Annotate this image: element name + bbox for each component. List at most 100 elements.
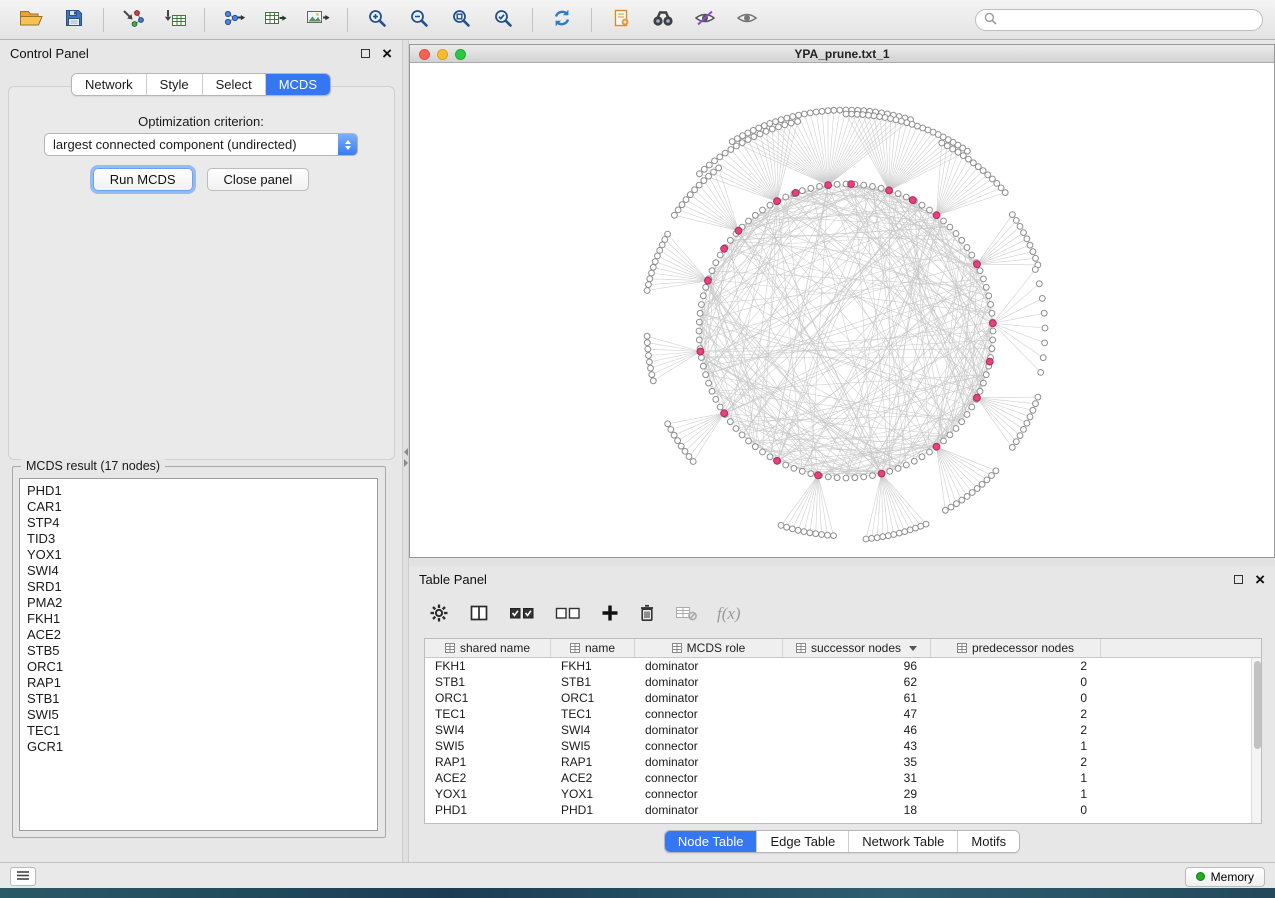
gear-icon [429,603,449,626]
export-image-button[interactable] [298,5,338,35]
network-search-box[interactable] [975,9,1263,31]
column-header-successor-nodes[interactable]: successor nodes [783,639,931,657]
table-row[interactable]: ACE2ACE2connector311 [425,770,1251,786]
tab-edge-table[interactable]: Edge Table [757,831,849,852]
close-panel-button[interactable]: Close panel [207,168,310,191]
tab-select[interactable]: Select [203,74,266,95]
window-close-button[interactable] [419,49,430,60]
save-session-button[interactable] [54,5,94,35]
zoom-selected-button[interactable] [483,5,523,35]
function-builder-button[interactable]: f(x) [717,604,741,624]
mcds-result-item[interactable]: SRD1 [20,579,377,595]
column-type-icon [957,643,967,653]
column-header-predecessor-nodes[interactable]: predecessor nodes [931,639,1101,657]
table-settings-button[interactable] [429,603,449,626]
mcds-result-item[interactable]: PMA2 [20,595,377,611]
trash-icon [639,603,655,626]
cell-name: SWI5 [551,739,635,753]
optimization-criterion-dropdown[interactable]: largest connected component (undirected) [44,133,358,156]
deselect-all-rows-button[interactable] [555,605,581,624]
show-selection-button[interactable] [727,5,767,35]
scrollbar-thumb[interactable] [1254,661,1261,749]
mcds-result-item[interactable]: FKH1 [20,611,377,627]
mcds-result-item[interactable]: STP4 [20,515,377,531]
collapse-left-icon[interactable] [404,448,408,456]
mcds-result-item[interactable]: TEC1 [20,723,377,739]
mcds-result-item[interactable]: TID3 [20,531,377,547]
table-row[interactable]: ORC1ORC1dominator610 [425,690,1251,706]
close-panel-icon[interactable]: × [382,45,392,62]
table-row[interactable]: FKH1FKH1dominator962 [425,658,1251,674]
cell-shared-name: STB1 [425,675,551,689]
add-column-button[interactable] [601,604,619,625]
delete-column-button[interactable] [639,603,655,626]
mcds-result-item[interactable]: SWI5 [20,707,377,723]
zoom-in-button[interactable] [357,5,397,35]
search-input[interactable] [1003,13,1254,27]
table-scrollbar[interactable] [1251,658,1261,823]
cell-name: SWI4 [551,723,635,737]
find-button[interactable] [643,5,683,35]
column-header-shared-name[interactable]: shared name [425,639,551,657]
tab-mcds[interactable]: MCDS [266,74,330,95]
tab-motifs[interactable]: Motifs [958,831,1019,852]
column-type-icon [796,643,806,653]
export-table-button[interactable] [256,5,296,35]
table-row[interactable]: STB1STB1dominator620 [425,674,1251,690]
table-row[interactable]: RAP1RAP1dominator352 [425,754,1251,770]
mcds-result-list[interactable]: PHD1 CAR1 STP4 TID3 YOX1 SWI4 SRD1 PMA2 … [19,478,378,831]
mcds-result-item[interactable]: YOX1 [20,547,377,563]
task-history-button[interactable] [10,867,36,886]
mcds-result-item[interactable]: ORC1 [20,659,377,675]
mcds-result-item[interactable]: ACE2 [20,627,377,643]
export-network-button[interactable] [214,5,254,35]
collapse-right-icon[interactable] [404,459,408,467]
tab-network-table[interactable]: Network Table [849,831,958,852]
mcds-result-item[interactable]: CAR1 [20,499,377,515]
zoom-out-button[interactable] [399,5,439,35]
mcds-result-item[interactable]: PHD1 [20,483,377,499]
show-columns-button[interactable] [469,604,489,625]
table-row[interactable]: TEC1TEC1connector472 [425,706,1251,722]
eye-slash-icon [694,10,716,29]
column-header-name[interactable]: name [551,639,635,657]
checked-boxes-icon [509,605,535,624]
refresh-layout-button[interactable] [542,5,582,35]
run-mcds-button[interactable]: Run MCDS [93,168,193,191]
table-row[interactable]: SWI5SWI5connector431 [425,738,1251,754]
table-row[interactable]: YOX1YOX1connector291 [425,786,1251,802]
memory-button[interactable]: Memory [1185,867,1265,887]
import-table-button[interactable] [155,5,195,35]
table-row[interactable]: SWI4SWI4dominator462 [425,722,1251,738]
tab-style[interactable]: Style [147,74,203,95]
mcds-result-item[interactable]: SWI4 [20,563,377,579]
open-session-button[interactable] [12,5,52,35]
window-minimize-button[interactable] [437,49,448,60]
vertical-splitter[interactable] [402,40,409,862]
network-canvas[interactable] [410,63,1274,557]
import-network-button[interactable] [113,5,153,35]
mcds-result-item[interactable]: STB1 [20,691,377,707]
mcds-result-item[interactable]: STB5 [20,643,377,659]
hide-selection-button[interactable] [685,5,725,35]
tab-network[interactable]: Network [72,74,147,95]
cell-successor-nodes: 43 [783,739,931,753]
open-folder-icon [19,8,45,31]
zoom-fit-button[interactable] [441,5,481,35]
tab-node-table[interactable]: Node Table [665,831,758,852]
horizontal-splitter[interactable] [409,558,1275,566]
mcds-result-item[interactable]: GCR1 [20,739,377,755]
select-all-rows-button[interactable] [509,605,535,624]
column-header-mcds-role[interactable]: MCDS role [635,639,783,657]
float-panel-icon[interactable] [361,49,370,58]
network-view[interactable] [410,63,1274,557]
float-table-panel-icon[interactable] [1234,575,1243,584]
table-row[interactable]: PHD1PHD1dominator180 [425,802,1251,818]
hide-columns-button[interactable] [675,605,697,624]
window-zoom-button[interactable] [455,49,466,60]
node-table: shared name name MCDS role successor nod… [424,638,1262,824]
mcds-result-item[interactable]: RAP1 [20,675,377,691]
annotation-button[interactable] [601,5,641,35]
close-table-panel-icon[interactable]: × [1255,571,1265,588]
network-window-titlebar[interactable]: YPA_prune.txt_1 [410,45,1274,63]
